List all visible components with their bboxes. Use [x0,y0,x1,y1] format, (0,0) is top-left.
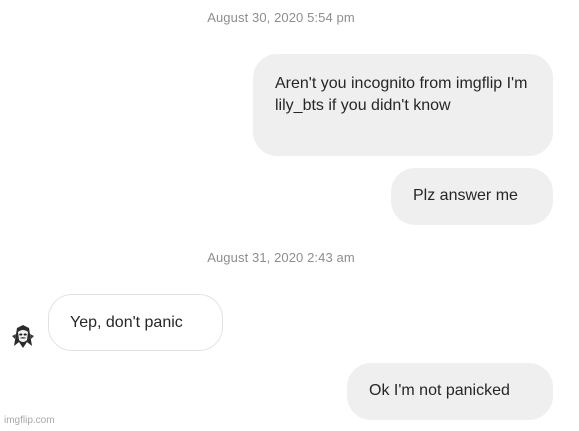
avatar-mask-graphic [9,323,37,351]
watermark: imgflip.com [4,415,55,426]
message-text: Aren't you incognito from imgflip I'm li… [275,75,528,114]
message-text: Plz answer me [413,187,518,204]
masked-avatar-icon[interactable] [8,322,38,352]
received-message-bubble[interactable]: Yep, don't panic [48,294,223,351]
sent-message-bubble[interactable]: Aren't you incognito from imgflip I'm li… [253,54,553,156]
sent-message-bubble[interactable]: Ok I'm not panicked [347,363,553,420]
message-timestamp: August 30, 2020 5:54 pm [207,10,355,25]
message-text: Ok I'm not panicked [369,382,510,399]
message-timestamp: August 31, 2020 2:43 am [207,250,355,265]
message-text: Yep, don't panic [70,314,183,331]
sent-message-bubble[interactable]: Plz answer me [391,168,553,225]
